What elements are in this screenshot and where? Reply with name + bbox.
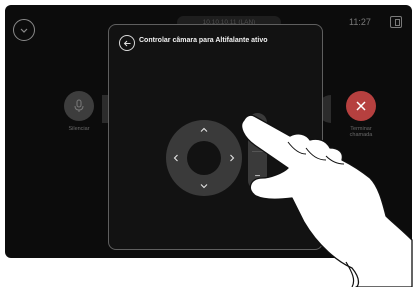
layout-icon[interactable] <box>390 16 402 28</box>
zoom-divider <box>252 151 263 152</box>
zoom-control: + − <box>248 113 267 190</box>
mute-label: Silenciar <box>68 126 90 132</box>
collapse-button[interactable] <box>13 19 35 41</box>
chevron-left-icon[interactable] <box>171 153 181 163</box>
end-call-button[interactable] <box>346 91 376 121</box>
end-call-label: Terminar chamada <box>333 126 389 138</box>
end-call-label-line2: chamada <box>349 132 373 138</box>
chevron-down-icon[interactable] <box>199 181 209 191</box>
chevron-up-icon[interactable] <box>199 125 209 135</box>
back-button[interactable] <box>119 35 135 51</box>
chevron-right-icon[interactable] <box>227 153 237 163</box>
dpad-center <box>187 141 221 175</box>
camera-control-dialog: Controlar câmara para Altifalante ativo … <box>108 24 323 250</box>
chevron-down-icon <box>20 28 28 33</box>
microphone-icon <box>74 99 84 112</box>
zoom-in-button[interactable]: + <box>248 119 267 131</box>
dialog-title: Controlar câmara para Altifalante ativo <box>139 37 268 44</box>
clock: 11:27 <box>349 17 371 27</box>
close-icon <box>356 101 366 111</box>
mute-button[interactable] <box>64 91 94 121</box>
mute-control: Silenciar <box>59 91 99 132</box>
arrow-left-icon <box>123 40 130 46</box>
camera-pan-tilt-pad <box>166 120 242 196</box>
end-call-control: Terminar chamada <box>333 91 389 138</box>
device-screen: 10.10.10.11 (LAN) 11:27 Silenciar Termin… <box>5 5 412 258</box>
zoom-out-button[interactable]: − <box>248 171 267 183</box>
